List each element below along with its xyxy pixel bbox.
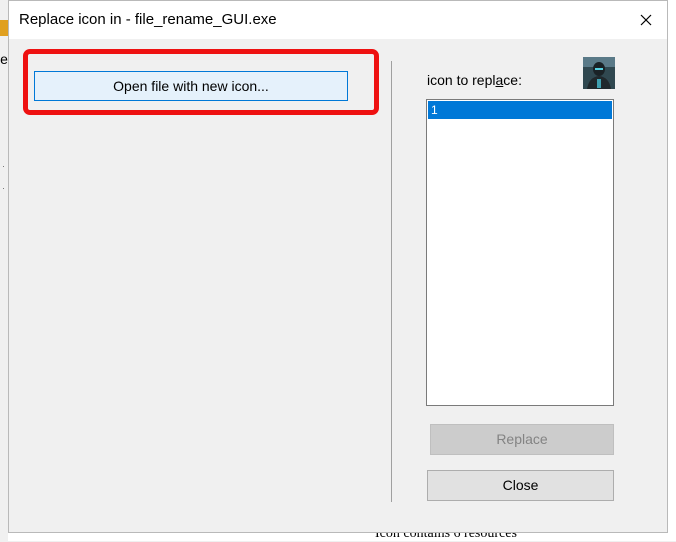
- app-preview-icon: [583, 57, 615, 89]
- dialog-title: Replace icon in - file_rename_GUI.exe: [19, 11, 277, 28]
- icon-list[interactable]: 1: [426, 99, 614, 406]
- dialog-close-button[interactable]: [633, 7, 659, 33]
- close-button[interactable]: Close: [427, 470, 614, 501]
- dialog-titlebar[interactable]: Replace icon in - file_rename_GUI.exe: [9, 1, 667, 39]
- replace-button[interactable]: Replace: [430, 424, 614, 455]
- background-dots: · ·: [2, 161, 5, 193]
- background-text-fragment: le: [0, 51, 8, 67]
- icon-list-item[interactable]: 1: [428, 101, 612, 119]
- vertical-divider: [391, 61, 392, 502]
- replace-icon-dialog: Replace icon in - file_rename_GUI.exe Op…: [8, 0, 668, 533]
- background-app-logo-fragment: [0, 20, 8, 36]
- icon-to-replace-label: icon to replace:: [427, 72, 522, 88]
- highlight-annotation: [23, 49, 379, 115]
- background-bottom-area: [8, 533, 676, 541]
- close-icon: [640, 14, 652, 26]
